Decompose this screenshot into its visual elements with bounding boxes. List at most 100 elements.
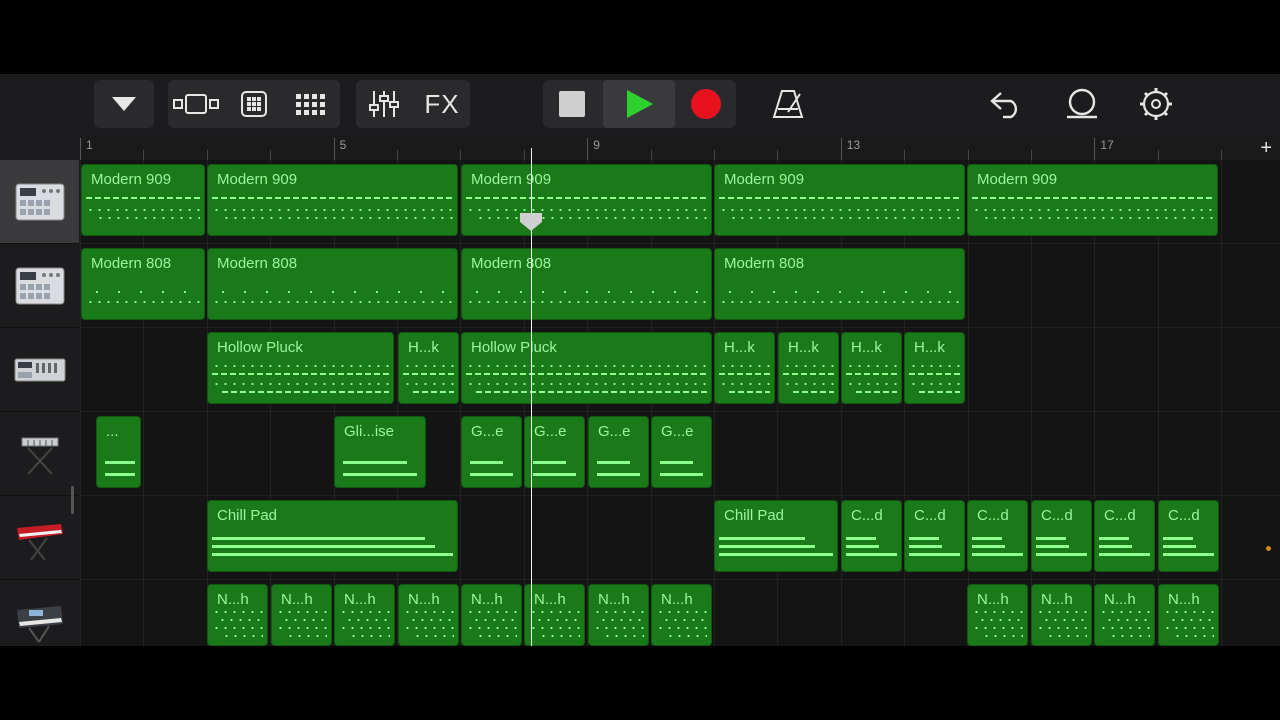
- region-t6[interactable]: N...h: [398, 584, 459, 646]
- midi-notes: [466, 301, 707, 303]
- region-t6[interactable]: N...h: [967, 584, 1028, 646]
- region-t1[interactable]: Modern 909: [207, 164, 458, 236]
- ruler-minor-tick: [967, 150, 969, 160]
- mixer-button[interactable]: [356, 80, 412, 128]
- midi-notes: [909, 545, 942, 548]
- midi-notes: [1109, 635, 1150, 637]
- region-t3[interactable]: H...k: [398, 332, 459, 404]
- region-t4[interactable]: Gli...ise: [334, 416, 426, 488]
- region-t6[interactable]: N...h: [1031, 584, 1092, 646]
- region-t5[interactable]: C...d: [904, 500, 965, 572]
- region-t6[interactable]: N...h: [1094, 584, 1155, 646]
- track-header-1[interactable]: [0, 160, 79, 244]
- undo-arrow-icon: [990, 92, 1018, 119]
- live-loops-button[interactable]: [284, 80, 340, 128]
- region-t3[interactable]: Hollow Pluck: [207, 332, 394, 404]
- region-t2[interactable]: Modern 808: [714, 248, 965, 320]
- tracks-grid[interactable]: Modern 909 Modern 909 Modern 909 Modern 909…: [80, 160, 1280, 646]
- region-notes: [589, 439, 648, 487]
- region-notes: [208, 355, 393, 403]
- region-t1[interactable]: Modern 909: [967, 164, 1218, 236]
- region-t5[interactable]: C...d: [967, 500, 1028, 572]
- region-t6[interactable]: N...h: [588, 584, 649, 646]
- undo-button[interactable]: [982, 80, 1030, 128]
- region-t3[interactable]: H...k: [904, 332, 965, 404]
- region-t6[interactable]: N...h: [207, 584, 268, 646]
- ruler-bar-label: 13: [846, 138, 861, 152]
- region-t3[interactable]: H...k: [714, 332, 775, 404]
- browser-menu-button[interactable]: [94, 80, 154, 128]
- region-t2[interactable]: Modern 808: [461, 248, 712, 320]
- region-t3[interactable]: H...k: [778, 332, 839, 404]
- region-title: C...d: [1104, 507, 1136, 524]
- midi-notes: [339, 611, 390, 613]
- ruler-minor-tick: [1031, 150, 1032, 160]
- region-t5[interactable]: C...d: [1158, 500, 1219, 572]
- midi-notes: [972, 553, 1023, 556]
- midi-notes: [403, 611, 454, 613]
- midi-notes: [719, 209, 960, 211]
- live-loops-grid-icon: [296, 94, 325, 115]
- region-t4[interactable]: G...e: [461, 416, 522, 488]
- loop-icon: [1067, 88, 1097, 119]
- play-button[interactable]: [603, 80, 675, 128]
- loop-browser-button[interactable]: [1058, 80, 1106, 128]
- track-scroll-indicator[interactable]: [71, 486, 74, 514]
- track-header-3[interactable]: [0, 328, 79, 412]
- add-section-button[interactable]: +: [1260, 138, 1272, 158]
- ruler-minor-tick: [460, 150, 462, 160]
- region-notes: [1032, 597, 1091, 645]
- midi-notes: [972, 545, 1005, 548]
- fx-button[interactable]: FX: [414, 80, 470, 128]
- region-t1[interactable]: Modern 909: [81, 164, 205, 236]
- region-t2[interactable]: Modern 808: [81, 248, 205, 320]
- record-icon: [691, 89, 721, 119]
- tracks-view-button[interactable]: [226, 80, 282, 128]
- region-t5[interactable]: C...d: [1031, 500, 1092, 572]
- track-header-5[interactable]: [0, 496, 79, 580]
- midi-notes: [729, 391, 770, 393]
- instrument-view-button[interactable]: [168, 80, 224, 128]
- ruler-bar-label: 17: [1100, 138, 1114, 152]
- track-header-4[interactable]: [0, 412, 79, 496]
- midi-notes: [846, 383, 897, 385]
- region-t4[interactable]: G...e: [651, 416, 712, 488]
- region-t5[interactable]: Chill Pad: [714, 500, 838, 572]
- track-header-6[interactable]: [0, 580, 79, 646]
- region-notes: [462, 355, 711, 403]
- region-t4[interactable]: G...e: [588, 416, 649, 488]
- midi-notes: [719, 537, 805, 540]
- midi-notes: [599, 619, 644, 621]
- settings-button[interactable]: [1132, 80, 1180, 128]
- mixer-sliders-icon: [369, 91, 399, 117]
- region-t2[interactable]: Modern 808: [207, 248, 458, 320]
- region-t5[interactable]: C...d: [841, 500, 902, 572]
- midi-notes: [470, 473, 513, 476]
- timeline-ruler[interactable]: 15913172125293337: [80, 136, 1280, 160]
- region-t1[interactable]: Modern 909: [461, 164, 712, 236]
- region-notes: [525, 597, 584, 645]
- region-notes: [968, 597, 1027, 645]
- region-t1[interactable]: Modern 909: [714, 164, 965, 236]
- region-t3[interactable]: Hollow Pluck: [461, 332, 712, 404]
- track-divider: [80, 579, 1280, 580]
- region-t5[interactable]: Chill Pad: [207, 500, 458, 572]
- track-header-2[interactable]: [0, 244, 79, 328]
- region-t4[interactable]: G...e: [524, 416, 585, 488]
- metronome-button[interactable]: [762, 80, 814, 128]
- region-t6[interactable]: N...h: [1158, 584, 1219, 646]
- playhead-handle-icon[interactable]: [519, 212, 543, 232]
- midi-notes: [919, 391, 960, 393]
- region-t6[interactable]: N...h: [651, 584, 712, 646]
- region-t6[interactable]: N...h: [271, 584, 332, 646]
- region-t6[interactable]: N...h: [461, 584, 522, 646]
- record-button[interactable]: [677, 80, 735, 128]
- region-t4[interactable]: ...: [96, 416, 141, 488]
- region-t6[interactable]: N...h: [524, 584, 585, 646]
- region-t3[interactable]: H...k: [841, 332, 902, 404]
- region-title: H...k: [724, 339, 755, 356]
- stop-button[interactable]: [543, 80, 601, 128]
- region-t6[interactable]: N...h: [334, 584, 395, 646]
- midi-notes: [533, 461, 566, 464]
- region-t5[interactable]: C...d: [1094, 500, 1155, 572]
